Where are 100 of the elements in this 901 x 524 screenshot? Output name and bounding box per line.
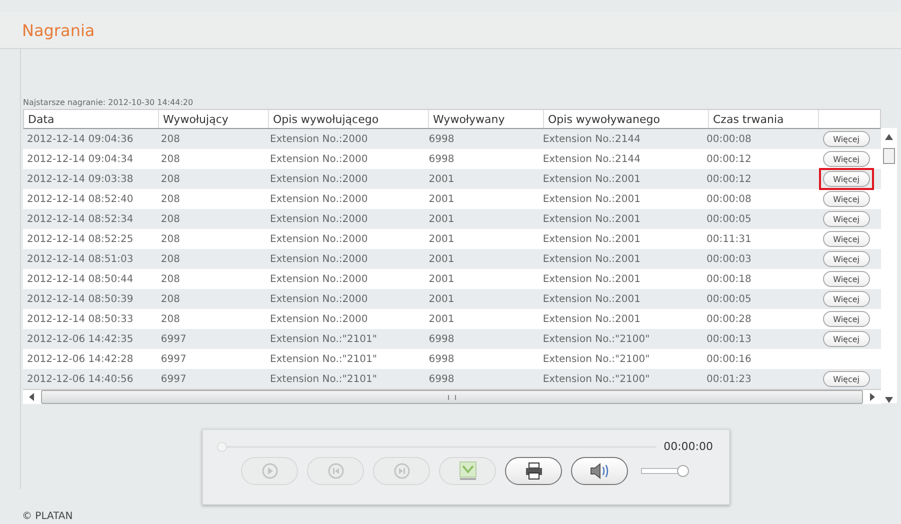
table-row[interactable]: 2012-12-14 08:52:40 208 Extension No.:2000 2001 Extension No.:2001 00:00:08 Więcej [23, 189, 881, 209]
table-cell-text: Extension No.:2000 [269, 234, 369, 244]
previous-icon [328, 463, 344, 479]
table-cell-text: 2001 [428, 254, 456, 264]
table-cell-text: Extension No.:2001 [542, 174, 642, 184]
scrollbar-thumb[interactable] [883, 148, 895, 164]
table-cell-text: 2012-12-14 08:52:25 [26, 234, 134, 244]
table-cell-text: 208 [160, 234, 181, 244]
table-cell-text: 208 [160, 254, 181, 264]
more-button[interactable]: Więcej [823, 311, 870, 327]
table-cell-text: 00:00:08 [705, 134, 752, 144]
volume-slider[interactable] [641, 465, 689, 477]
table-cell-text: Extension No.:2001 [542, 194, 642, 204]
table-cell-text: 2012-12-14 08:52:40 [26, 194, 134, 204]
table-cell-text: 2012-12-14 08:50:33 [26, 314, 134, 324]
table-cell-text: Extension No.:"2100" [542, 334, 651, 344]
table-cell-text: 00:00:13 [705, 334, 752, 344]
table-cell-text: Extension No.:2000 [269, 154, 369, 164]
column-header[interactable]: Opis wywoływanego [544, 110, 709, 128]
table-cell-text: 2012-12-14 09:04:34 [26, 154, 134, 164]
table-cell-text: 2001 [428, 294, 456, 304]
table-cell-text: 2001 [428, 234, 456, 244]
table-cell-text: 208 [160, 154, 181, 164]
table-cell-text: Extension No.:2000 [269, 254, 369, 264]
more-button[interactable]: Więcej [823, 371, 870, 387]
table-cell-text: 2001 [428, 274, 456, 284]
more-button[interactable]: Więcej [823, 151, 870, 167]
scroll-down-icon[interactable] [885, 397, 893, 403]
table-row[interactable]: 2012-12-14 08:52:25 208 Extension No.:2000 2001 Extension No.:2001 00:11:31 Więcej [23, 229, 881, 249]
scroll-up-icon[interactable] [885, 134, 893, 140]
download-icon [458, 461, 476, 481]
scroll-right-icon[interactable] [869, 393, 875, 401]
vertical-scrollbar[interactable] [881, 128, 897, 403]
column-header[interactable]: Data [24, 110, 159, 128]
table-cell-text: 2001 [428, 194, 456, 204]
table-cell-text: 208 [160, 314, 181, 324]
table-cell-text: 00:00:18 [705, 274, 752, 284]
column-header[interactable]: Wywoływany [429, 110, 544, 128]
print-button[interactable] [505, 457, 562, 485]
table-cell-text: 208 [160, 194, 181, 204]
table-cell-text: Extension No.:2000 [269, 274, 369, 284]
table-cell-text: 6998 [428, 334, 456, 344]
table-row[interactable]: 2012-12-06 14:42:28 6997 Extension No.:"2101" 6998 Extension No.:"2100" 00:00:16 [23, 349, 881, 369]
table-cell-text: 00:00:05 [705, 294, 752, 304]
table-cell-text: Extension No.:2000 [269, 314, 369, 324]
table-cell-text: 2012-12-14 08:50:44 [26, 274, 134, 284]
more-button[interactable]: Więcej [823, 171, 870, 187]
column-header[interactable]: Wywołujący [159, 110, 269, 128]
table-cell-text: 00:01:23 [705, 374, 752, 384]
column-header[interactable]: Opis wywołującego [269, 110, 429, 128]
table-cell-text: 00:00:08 [705, 194, 752, 204]
volume-button[interactable] [571, 457, 628, 485]
table-row[interactable]: 2012-12-14 08:50:44 208 Extension No.:2000 2001 Extension No.:2001 00:00:18 Więcej [23, 269, 881, 289]
table-cell-text: Extension No.:2144 [542, 154, 642, 164]
more-button[interactable]: Więcej [823, 191, 870, 207]
table-cell-text: 2012-12-14 08:51:03 [26, 254, 134, 264]
speaker-icon [588, 462, 610, 480]
table-cell-text: 00:00:12 [705, 174, 752, 184]
table-cell-text: 00:00:28 [705, 314, 752, 324]
table-cell-text: 6998 [428, 134, 456, 144]
table-cell-text: 00:00:16 [705, 354, 752, 364]
more-button[interactable]: Więcej [823, 231, 870, 247]
table-cell-text: 6997 [160, 354, 188, 364]
table-cell-text: 2012-12-14 09:03:38 [26, 174, 134, 184]
table-cell-text: 6998 [428, 354, 456, 364]
table-cell-text: 208 [160, 134, 181, 144]
more-button[interactable]: Więcej [823, 131, 870, 147]
table-cell-text: Extension No.:2144 [542, 134, 642, 144]
column-header[interactable]: Czas trwania [709, 110, 819, 128]
table-cell-text: Extension No.:"2100" [542, 354, 651, 364]
table-cell-text: 6997 [160, 374, 188, 384]
table-cell-text: Extension No.:2000 [269, 174, 369, 184]
playback-time: 00:00:00 [664, 440, 713, 453]
more-button[interactable]: Więcej [823, 331, 870, 347]
table-cell-text: 208 [160, 174, 181, 184]
table-cell-text: Extension No.:2000 [269, 134, 369, 144]
table-row[interactable]: 2012-12-14 09:04:34 208 Extension No.:2000 6998 Extension No.:2144 00:00:12 Więcej [23, 149, 881, 169]
more-button[interactable]: Więcej [823, 251, 870, 267]
table-cell-text: 2012-12-06 14:42:28 [26, 354, 134, 364]
table-row[interactable]: 2012-12-14 08:50:33 208 Extension No.:2000 2001 Extension No.:2001 00:00:28 Więcej [23, 309, 881, 329]
table-cell-text: 6997 [160, 334, 188, 344]
table-cell-text: Extension No.:2000 [269, 214, 369, 224]
table-cell-text: Extension No.:2001 [542, 234, 642, 244]
table-cell-text: Extension No.:"2101" [269, 334, 378, 344]
more-button[interactable]: Więcej [823, 291, 870, 307]
more-button[interactable]: Więcej [823, 271, 870, 287]
table-cell-text: Extension No.:2000 [269, 294, 369, 304]
table-cell-text: 2001 [428, 174, 456, 184]
scroll-left-icon[interactable] [29, 393, 35, 401]
table-cell-text: 2001 [428, 314, 456, 324]
table-cell-text: 2012-12-06 14:40:56 [26, 374, 134, 384]
table-cell-text: 6998 [428, 374, 456, 384]
table-cell-text: 2012-12-14 08:50:39 [26, 294, 134, 304]
table-cell-text: Extension No.:"2100" [542, 374, 651, 384]
table-cell-text: Extension No.:2001 [542, 294, 642, 304]
table-cell-text: Extension No.:"2101" [269, 354, 378, 364]
more-button[interactable]: Więcej [823, 211, 870, 227]
next-icon [394, 463, 410, 479]
table-cell-text: Extension No.:2001 [542, 254, 642, 264]
table-cell-text: 00:00:12 [705, 154, 752, 164]
